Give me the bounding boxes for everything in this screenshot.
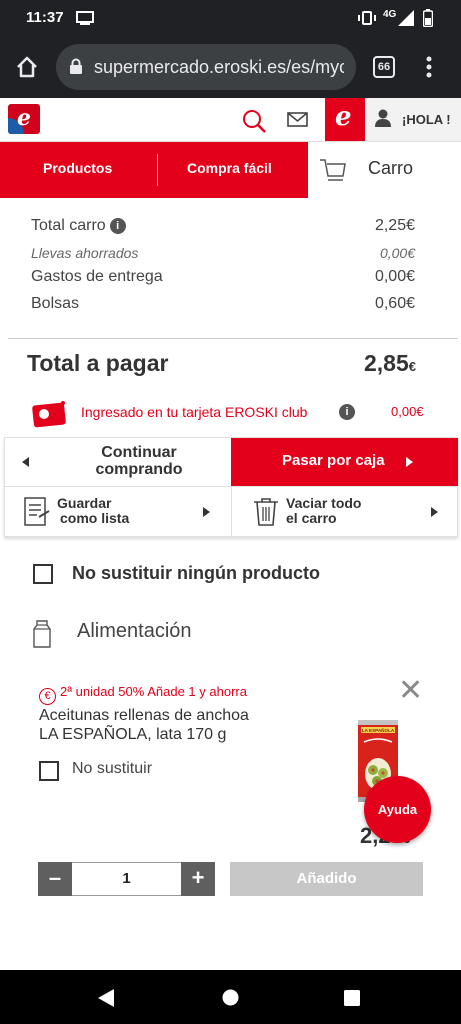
- user-icon: [375, 109, 391, 127]
- club-row: Ingresado en tu tarjeta EROSKI club i 0,…: [30, 398, 430, 428]
- delivery-row: Gastos de entrega 0,00€: [31, 268, 415, 286]
- cart-icon: [320, 159, 346, 181]
- promo-label[interactable]: €2ª unidad 50% Añade 1 y ahorra: [39, 684, 247, 705]
- eroski-logo[interactable]: e: [8, 104, 40, 134]
- no-substitute-label[interactable]: No sustituir: [72, 760, 152, 778]
- help-button[interactable]: Ayuda: [364, 776, 431, 843]
- empty-cart-button[interactable]: Vaciar todo el carro: [231, 486, 458, 537]
- status-time: 11:37: [26, 9, 64, 26]
- browser-toolbar: supermercado.eroski.es/es/myc 66: [0, 36, 461, 98]
- saved-value: 0,00€: [379, 245, 415, 261]
- total-cart-row: Total carro i 2,25€: [31, 217, 415, 235]
- divider: [8, 338, 458, 339]
- eroski-club-card-icon: [32, 401, 66, 428]
- continue-shopping-button[interactable]: Continuar comprando: [5, 438, 231, 486]
- url-field[interactable]: supermercado.eroski.es/es/myc: [56, 44, 356, 90]
- main-nav: Productos Compra fácil: [0, 142, 308, 198]
- remove-product-icon[interactable]: ✕: [398, 676, 423, 706]
- status-bar: 11:37 4G: [0, 0, 461, 36]
- euro-icon: €: [39, 688, 56, 705]
- home-nav-icon[interactable]: [222, 989, 239, 1006]
- url-text: supermercado.eroski.es/es/myc: [94, 57, 344, 77]
- signal-icon: [398, 10, 414, 26]
- total-label: Total a pagar: [27, 350, 169, 376]
- svg-text:LA ESPAÑOLA: LA ESPAÑOLA: [362, 727, 395, 733]
- no-substitute-all-label[interactable]: No sustituir ningún producto: [72, 563, 320, 584]
- total-cart-label: Total carro: [31, 217, 106, 234]
- no-substitute-all-checkbox[interactable]: [33, 564, 53, 584]
- chevron-right-icon: [203, 507, 210, 517]
- club-text: Ingresado en tu tarjeta EROSKI club: [81, 404, 308, 420]
- checkout-button[interactable]: Pasar por caja: [231, 438, 458, 486]
- more-menu-icon[interactable]: [425, 56, 433, 78]
- vibrate-icon: [358, 11, 376, 25]
- product-name[interactable]: Aceitunas rellenas de anchoa LA ESPAÑOLA,…: [39, 706, 299, 744]
- milk-carton-icon: [33, 620, 51, 648]
- category-title: Alimentación: [77, 620, 192, 642]
- info-icon[interactable]: i: [109, 218, 126, 234]
- list-icon: [24, 497, 50, 526]
- bags-value: 0,60€: [374, 295, 415, 312]
- nav-easy-buy[interactable]: Compra fácil: [187, 160, 272, 176]
- quantity-value[interactable]: 1: [72, 862, 181, 896]
- cart-tab-label: Carro: [368, 158, 414, 178]
- quantity-stepper: – 1 +: [38, 862, 215, 896]
- user-account-button[interactable]: ¡HOLA !: [365, 98, 461, 141]
- screen-cast-icon: [76, 11, 94, 25]
- club-info-icon[interactable]: i: [339, 404, 355, 420]
- network-label: 4G: [383, 9, 397, 20]
- bags-label: Bolsas: [31, 295, 80, 312]
- total-cart-value: 2,25€: [374, 217, 415, 234]
- save-as-list-button[interactable]: Guardar como lista: [5, 486, 231, 537]
- lock-icon: [70, 58, 82, 74]
- delivery-value: 0,00€: [374, 268, 415, 285]
- increase-quantity-button[interactable]: +: [181, 862, 215, 896]
- system-nav-bar: [0, 970, 461, 1024]
- club-value: 0,00€: [391, 404, 424, 419]
- no-substitute-checkbox[interactable]: [39, 761, 59, 781]
- eroski-club-button[interactable]: e: [325, 98, 365, 141]
- chevron-right-icon: [431, 507, 438, 517]
- greeting-label: ¡HOLA !: [402, 112, 451, 127]
- tabs-count-button[interactable]: 66: [373, 56, 395, 78]
- cart-tab[interactable]: Carro: [308, 142, 461, 198]
- back-icon[interactable]: [98, 989, 114, 1007]
- chevron-right-icon: [406, 457, 413, 467]
- total-value: 2,85€: [364, 350, 416, 376]
- delivery-label: Gastos de entrega: [31, 268, 163, 285]
- mail-icon[interactable]: [287, 112, 308, 127]
- home-icon[interactable]: [16, 56, 38, 78]
- search-icon[interactable]: [242, 109, 266, 133]
- saved-label: Llevas ahorrados: [31, 245, 139, 261]
- site-header: e e ¡HOLA !: [0, 98, 461, 142]
- saved-row: Llevas ahorrados 0,00€: [31, 245, 415, 261]
- nav-products[interactable]: Productos: [43, 160, 112, 176]
- recents-icon[interactable]: [344, 990, 360, 1006]
- cart-actions: Continuar comprando Pasar por caja Guarda…: [4, 437, 458, 537]
- added-button[interactable]: Añadido: [230, 862, 423, 896]
- bags-row: Bolsas 0,60€: [31, 295, 415, 313]
- chevron-left-icon: [22, 457, 29, 467]
- trash-icon: [254, 498, 278, 526]
- decrease-quantity-button[interactable]: –: [38, 862, 72, 896]
- battery-icon: [423, 9, 433, 27]
